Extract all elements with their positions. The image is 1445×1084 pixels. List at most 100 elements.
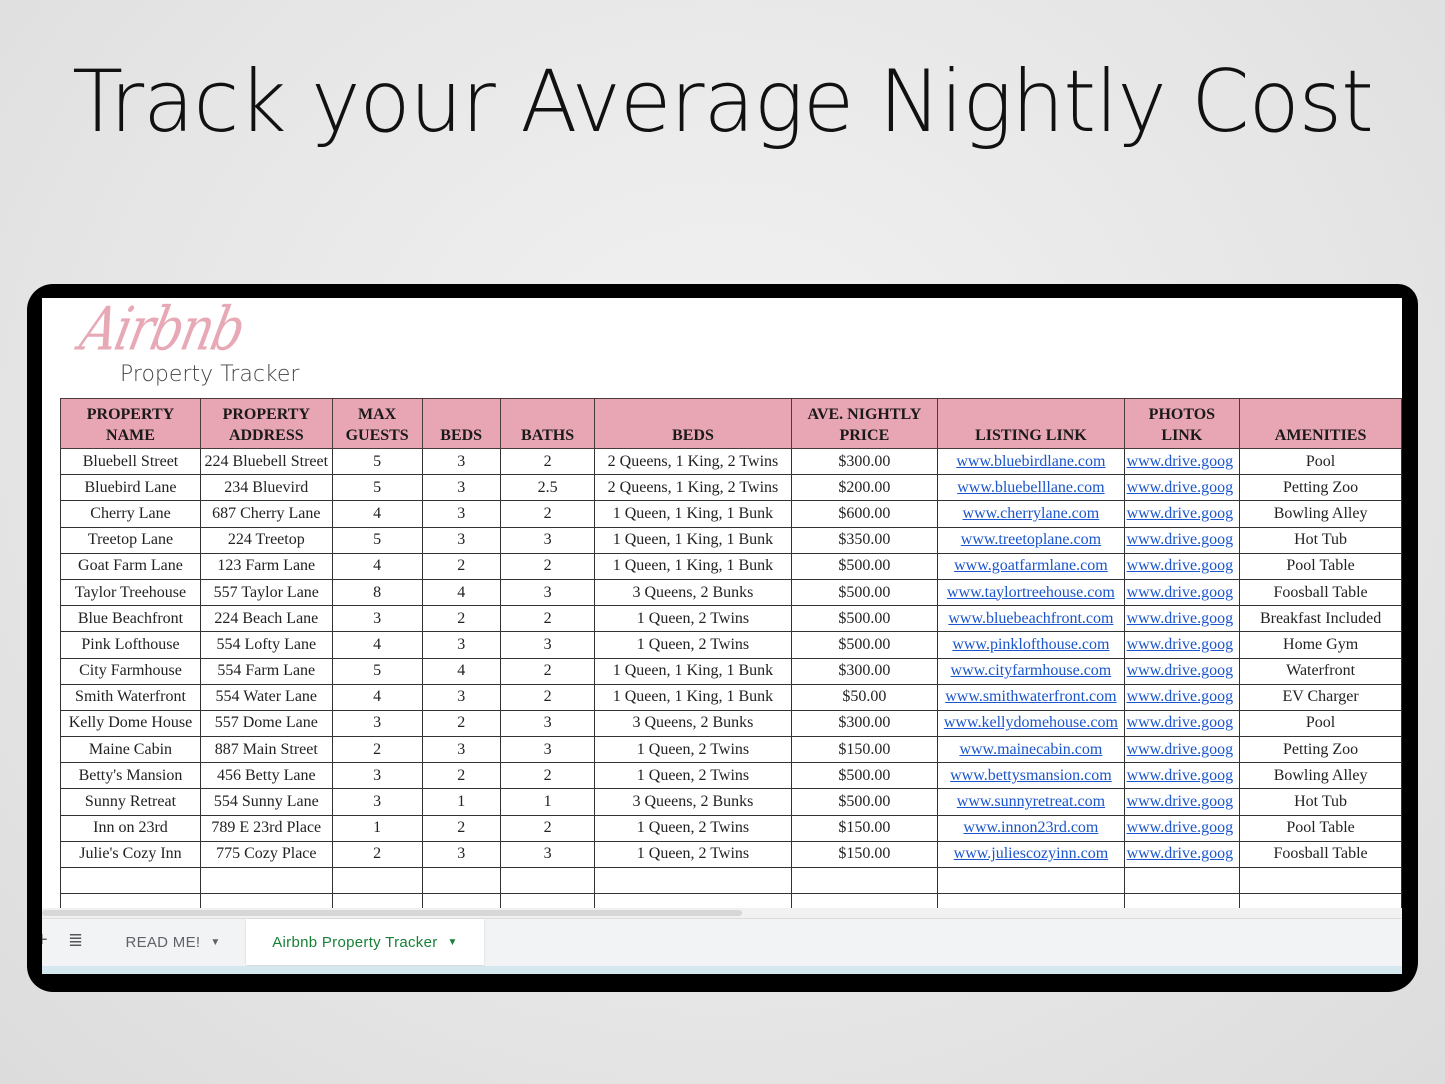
cell-bed-types[interactable]: 1 Queen, 1 King, 1 Bunk: [594, 683, 792, 711]
cell-beds-count[interactable]: 1: [421, 788, 501, 816]
cell-max-guests[interactable]: 3: [331, 762, 423, 790]
cell-avg-nightly-price[interactable]: $500.00: [790, 788, 939, 816]
cell-photos-link[interactable]: www.drive.goog: [1123, 474, 1241, 502]
cell-amenities[interactable]: Pool Table: [1239, 814, 1402, 842]
photos-link[interactable]: www.drive.goog: [1127, 688, 1234, 705]
cell-photos-link[interactable]: www.drive.goog: [1123, 683, 1241, 711]
listing-link[interactable]: www.taylortreehouse.com: [947, 584, 1115, 601]
cell-beds-count[interactable]: 2: [421, 814, 501, 842]
cell-bed-types[interactable]: 1 Queen, 2 Twins: [594, 814, 792, 842]
cell-baths[interactable]: 2: [499, 657, 596, 685]
cell-property-name[interactable]: Goat Farm Lane: [60, 552, 201, 580]
cell-photos-link[interactable]: www.drive.goog: [1123, 840, 1241, 869]
cell-avg-nightly-price[interactable]: $500.00: [790, 762, 939, 790]
cell-bed-types[interactable]: 3 Queens, 2 Bunks: [594, 578, 792, 607]
listing-link[interactable]: www.bluebirdlane.com: [956, 453, 1105, 470]
column-header-beds-count[interactable]: BEDS: [421, 398, 501, 449]
all-sheets-icon[interactable]: ≣: [68, 930, 83, 951]
add-sheet-icon[interactable]: +: [42, 929, 48, 952]
cell-amenities[interactable]: EV Charger: [1239, 683, 1402, 711]
horizontal-scrollbar[interactable]: [42, 908, 1402, 918]
empty-cell[interactable]: [499, 866, 596, 895]
cell-property-address[interactable]: 887 Main Street: [199, 736, 333, 764]
photos-link[interactable]: www.drive.goog: [1127, 662, 1234, 679]
cell-bed-types[interactable]: 1 Queen, 1 King, 1 Bunk: [594, 500, 792, 528]
cell-amenities[interactable]: Waterfront: [1239, 657, 1402, 685]
chevron-down-icon[interactable]: ▼: [210, 937, 220, 948]
tab-airbnb-property-tracker[interactable]: Airbnb Property Tracker ▼: [246, 919, 484, 965]
cell-property-name[interactable]: Taylor Treehouse: [60, 578, 201, 607]
cell-listing-link[interactable]: www.treetoplane.com: [937, 526, 1125, 554]
cell-photos-link[interactable]: www.drive.goog: [1123, 736, 1241, 764]
cell-property-address[interactable]: 224 Bluebell Street: [199, 447, 333, 476]
cell-listing-link[interactable]: www.cherrylane.com: [937, 500, 1125, 528]
cell-bed-types[interactable]: 3 Queens, 2 Bunks: [594, 788, 792, 816]
cell-avg-nightly-price[interactable]: $500.00: [790, 552, 939, 580]
chevron-down-icon[interactable]: ▼: [448, 937, 458, 948]
cell-property-name[interactable]: Inn on 23rd: [60, 814, 201, 842]
photos-link[interactable]: www.drive.goog: [1127, 610, 1234, 627]
empty-cell[interactable]: [421, 866, 501, 895]
cell-baths[interactable]: 3: [499, 709, 596, 738]
cell-baths[interactable]: 3: [499, 526, 596, 554]
cell-listing-link[interactable]: www.innon23rd.com: [937, 814, 1125, 842]
cell-max-guests[interactable]: 4: [331, 683, 423, 711]
listing-link[interactable]: www.treetoplane.com: [961, 531, 1101, 548]
column-header-amenities[interactable]: AMENITIES: [1239, 398, 1402, 449]
cell-avg-nightly-price[interactable]: $150.00: [790, 840, 939, 869]
listing-link[interactable]: www.kellydomehouse.com: [944, 714, 1118, 731]
cell-max-guests[interactable]: 3: [331, 605, 423, 633]
cell-max-guests[interactable]: 5: [331, 447, 423, 476]
cell-max-guests[interactable]: 2: [331, 736, 423, 764]
photos-link[interactable]: www.drive.goog: [1127, 845, 1234, 862]
cell-photos-link[interactable]: www.drive.goog: [1123, 552, 1241, 580]
cell-beds-count[interactable]: 2: [421, 605, 501, 633]
cell-listing-link[interactable]: www.bluebeachfront.com: [937, 605, 1125, 633]
cell-property-name[interactable]: Kelly Dome House: [60, 709, 201, 738]
cell-beds-count[interactable]: 4: [421, 578, 501, 607]
cell-baths[interactable]: 2: [499, 500, 596, 528]
cell-property-address[interactable]: 123 Farm Lane: [199, 552, 333, 580]
cell-listing-link[interactable]: www.smithwaterfront.com: [937, 683, 1125, 711]
cell-baths[interactable]: 3: [499, 578, 596, 607]
listing-link[interactable]: www.mainecabin.com: [959, 741, 1102, 758]
cell-baths[interactable]: 3: [499, 840, 596, 869]
cell-amenities[interactable]: Bowling Alley: [1239, 762, 1402, 790]
photos-link[interactable]: www.drive.goog: [1127, 714, 1234, 731]
photos-link[interactable]: www.drive.goog: [1127, 636, 1234, 653]
cell-property-address[interactable]: 554 Lofty Lane: [199, 631, 333, 659]
cell-property-name[interactable]: Bluebell Street: [60, 447, 201, 476]
cell-property-name[interactable]: Betty's Mansion: [60, 762, 201, 790]
cell-baths[interactable]: 2: [499, 605, 596, 633]
cell-amenities[interactable]: Hot Tub: [1239, 526, 1402, 554]
cell-bed-types[interactable]: 2 Queens, 1 King, 2 Twins: [594, 474, 792, 502]
column-header-baths[interactable]: BATHS: [499, 398, 596, 449]
cell-avg-nightly-price[interactable]: $600.00: [790, 500, 939, 528]
empty-cell[interactable]: [1239, 866, 1402, 895]
cell-max-guests[interactable]: 3: [331, 788, 423, 816]
cell-baths[interactable]: 2: [499, 683, 596, 711]
cell-baths[interactable]: 3: [499, 631, 596, 659]
cell-beds-count[interactable]: 3: [421, 526, 501, 554]
cell-property-name[interactable]: Treetop Lane: [60, 526, 201, 554]
cell-beds-count[interactable]: 3: [421, 474, 501, 502]
cell-listing-link[interactable]: www.bluebirdlane.com: [937, 447, 1125, 476]
cell-property-address[interactable]: 687 Cherry Lane: [199, 500, 333, 528]
cell-bed-types[interactable]: 1 Queen, 2 Twins: [594, 605, 792, 633]
photos-link[interactable]: www.drive.goog: [1127, 584, 1234, 601]
cell-photos-link[interactable]: www.drive.goog: [1123, 526, 1241, 554]
cell-photos-link[interactable]: www.drive.goog: [1123, 578, 1241, 607]
cell-property-name[interactable]: Cherry Lane: [60, 500, 201, 528]
cell-listing-link[interactable]: www.goatfarmlane.com: [937, 552, 1125, 580]
cell-beds-count[interactable]: 3: [421, 736, 501, 764]
cell-property-address[interactable]: 554 Water Lane: [199, 683, 333, 711]
empty-cell[interactable]: [331, 866, 423, 895]
cell-property-name[interactable]: Maine Cabin: [60, 736, 201, 764]
cell-photos-link[interactable]: www.drive.goog: [1123, 762, 1241, 790]
cell-photos-link[interactable]: www.drive.goog: [1123, 709, 1241, 738]
cell-bed-types[interactable]: 1 Queen, 1 King, 1 Bunk: [594, 657, 792, 685]
cell-property-name[interactable]: Pink Lofthouse: [60, 631, 201, 659]
empty-cell[interactable]: [60, 866, 201, 895]
cell-beds-count[interactable]: 2: [421, 552, 501, 580]
column-header-avg-nightly-price[interactable]: AVE. NIGHTLY PRICE: [790, 398, 939, 449]
